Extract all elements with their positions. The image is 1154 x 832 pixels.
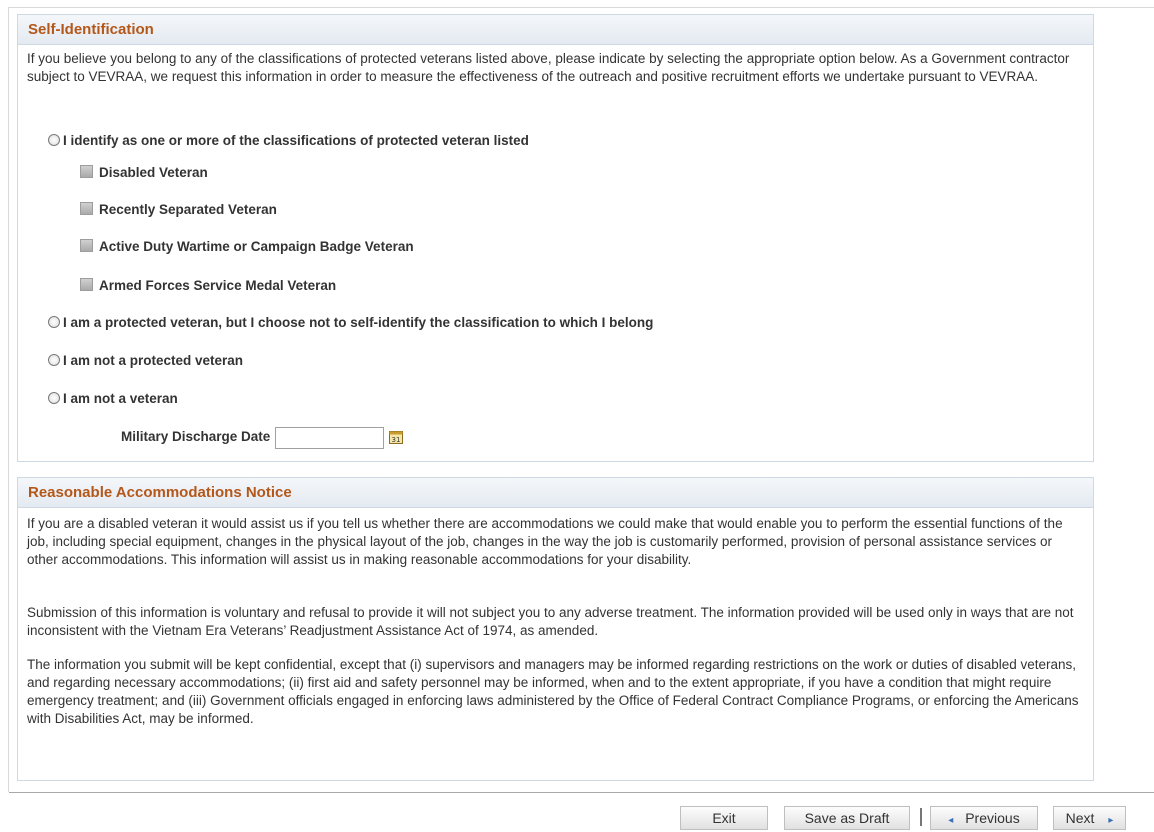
checkbox-disabled-veteran[interactable]: Disabled Veteran	[80, 163, 208, 183]
checkbox-recently-separated[interactable]: Recently Separated Veteran	[80, 200, 277, 220]
next-label: Next	[1065, 810, 1095, 826]
radio-button[interactable]	[48, 134, 60, 146]
checkbox[interactable]	[80, 165, 93, 178]
chevron-left-icon: ◂	[948, 815, 954, 826]
accommodations-paragraph-1: If you are a disabled veteran it would a…	[27, 516, 1063, 567]
checkbox-label: Disabled Veteran	[99, 165, 208, 180]
discharge-date-input[interactable]	[275, 427, 384, 449]
accommodations-paragraph-2: Submission of this information is volunt…	[27, 605, 1074, 638]
option-label: I am a protected veteran, but I choose n…	[63, 315, 654, 330]
discharge-date-label: Military Discharge Date	[121, 429, 271, 444]
previous-label: Previous	[965, 810, 1020, 826]
exit-button[interactable]: Exit	[680, 806, 768, 830]
save-as-draft-button[interactable]: Save as Draft	[784, 806, 910, 830]
radio-button[interactable]	[48, 316, 60, 328]
option-choose-not-to-identify[interactable]: I am a protected veteran, but I choose n…	[48, 313, 653, 333]
radio-button[interactable]	[48, 392, 60, 404]
option-label: I identify as one or more of the classif…	[63, 133, 529, 148]
option-label: I am not a veteran	[63, 391, 178, 406]
option-label: I am not a protected veteran	[63, 353, 244, 368]
footer-divider	[9, 792, 1154, 793]
previous-button[interactable]: ◂ Previous	[930, 806, 1038, 830]
self-identification-intro: If you believe you belong to any of the …	[27, 51, 1070, 84]
option-not-protected-veteran[interactable]: I am not a protected veteran	[48, 351, 243, 371]
option-not-a-veteran[interactable]: I am not a veteran	[48, 389, 178, 409]
section-title: Reasonable Accommodations Notice	[18, 478, 1093, 508]
svg-text:31: 31	[392, 436, 401, 444]
next-button[interactable]: Next ▸	[1053, 806, 1126, 830]
checkbox-label: Recently Separated Veteran	[99, 202, 277, 217]
option-identify-classification[interactable]: I identify as one or more of the classif…	[48, 131, 529, 151]
button-separator	[920, 808, 922, 826]
left-divider	[8, 7, 9, 792]
top-divider	[9, 7, 1154, 8]
radio-button[interactable]	[48, 354, 60, 366]
checkbox[interactable]	[80, 278, 93, 291]
calendar-icon[interactable]: 31	[389, 431, 403, 444]
checkbox-label: Armed Forces Service Medal Veteran	[99, 278, 337, 293]
checkbox[interactable]	[80, 202, 93, 215]
chevron-right-icon: ▸	[1108, 815, 1114, 826]
checkbox-label: Active Duty Wartime or Campaign Badge Ve…	[99, 239, 414, 254]
section-title: Self-Identification	[18, 15, 1093, 45]
checkbox-active-duty-wartime[interactable]: Active Duty Wartime or Campaign Badge Ve…	[80, 237, 414, 257]
checkbox-armed-forces-medal[interactable]: Armed Forces Service Medal Veteran	[80, 276, 336, 296]
accommodations-paragraph-3: The information you submit will be kept …	[27, 657, 1079, 726]
checkbox[interactable]	[80, 239, 93, 252]
